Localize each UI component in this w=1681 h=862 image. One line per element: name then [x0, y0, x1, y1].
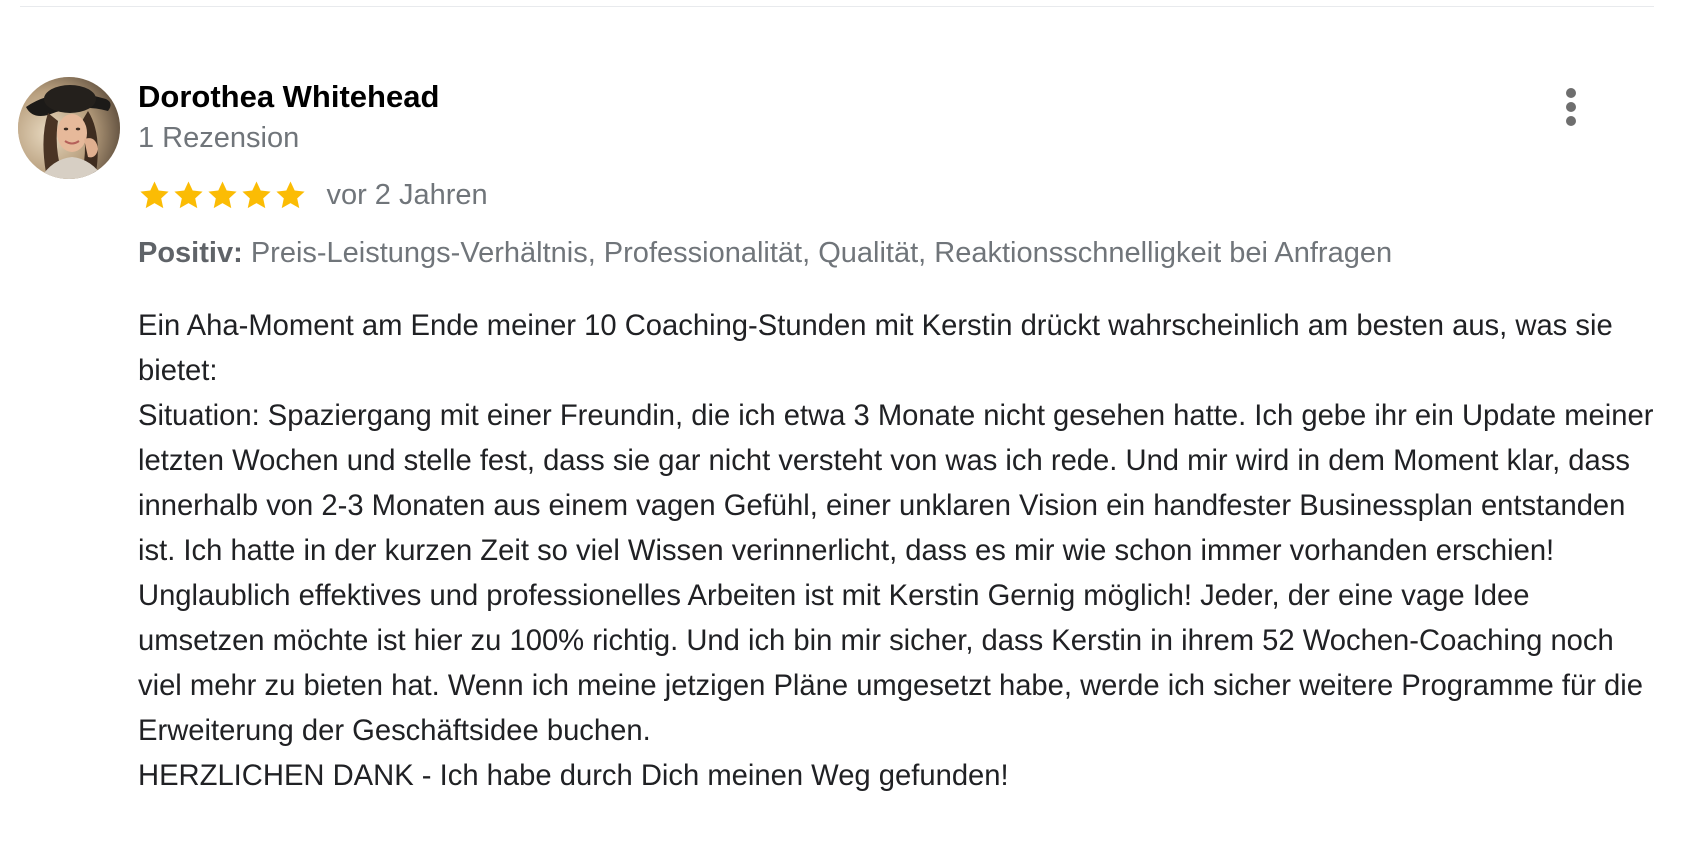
review-paragraph: Situation: Spaziergang mit einer Freundi… [138, 400, 1654, 747]
positive-attributes: Positiv: Preis-Leistungs-Verhältnis, Pro… [138, 234, 1392, 272]
review-card: Dorothea Whitehead 1 Rezension vor 2 Jah… [0, 0, 1681, 862]
review-text: Ein Aha-Moment am Ende meiner 10 Coachin… [138, 304, 1662, 799]
more-vertical-icon-dot-2 [1566, 102, 1576, 112]
rating-row: vor 2 Jahren [138, 176, 488, 216]
star-icon [140, 180, 169, 208]
star-icon [208, 180, 237, 208]
review-paragraph: HERZLICHEN DANK - Ich habe durch Dich me… [138, 760, 1009, 792]
star-icon [276, 180, 305, 208]
avatar-photo [18, 77, 120, 179]
author-name[interactable]: Dorothea Whitehead [138, 78, 439, 116]
more-vertical-icon [1566, 88, 1576, 98]
more-options-button[interactable] [1552, 88, 1592, 140]
positive-label: Positiv: [138, 237, 243, 269]
star-rating [138, 179, 308, 212]
more-vertical-icon-dot-3 [1566, 116, 1576, 126]
star-icon [174, 180, 203, 208]
author-avatar[interactable] [18, 77, 120, 179]
author-review-count[interactable]: 1 Rezension [138, 120, 299, 156]
positive-items: Preis-Leistungs-Verhältnis, Professional… [250, 237, 1393, 269]
star-icon [242, 180, 271, 208]
review-date: vor 2 Jahren [326, 179, 488, 211]
review-paragraph: Ein Aha-Moment am Ende meiner 10 Coachin… [138, 310, 1613, 387]
